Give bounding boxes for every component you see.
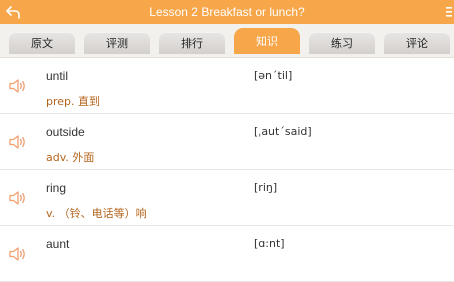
- word-row[interactable]: outside adv. 外面 [ˌaut΄said]: [0, 114, 454, 170]
- word-list: until prep. 直到 [ən΄til] outside adv. 外面 …: [0, 58, 454, 282]
- title-bar: Lesson 2 Breakfast or lunch?: [0, 0, 454, 24]
- word-meaning: v. （铃、电话等）响: [46, 207, 147, 220]
- menu-icon: [446, 7, 452, 17]
- word-text: ring: [46, 181, 67, 195]
- word-phonetic: [ɑ:nt]: [254, 237, 285, 250]
- word-text: aunt: [46, 237, 70, 251]
- word-phonetic: [ən΄til]: [254, 69, 293, 82]
- word-phonetic: [ˌaut΄said]: [254, 125, 312, 138]
- word-phonetic: [riŋ]: [254, 181, 278, 194]
- word-meaning: prep. 直到: [46, 95, 101, 108]
- back-arrow-icon: [6, 6, 20, 19]
- tab-evaluation[interactable]: 评测: [84, 32, 150, 54]
- page-title: Lesson 2 Breakfast or lunch?: [149, 5, 305, 19]
- speaker-icon[interactable]: [9, 78, 27, 94]
- word-meaning: adv. 外面: [46, 151, 95, 164]
- word-text: until: [46, 69, 69, 83]
- menu-button[interactable]: [444, 2, 454, 22]
- tab-original-text[interactable]: 原文: [9, 32, 75, 54]
- word-text: outside: [46, 125, 85, 139]
- tab-ranking[interactable]: 排行: [159, 32, 225, 54]
- tab-comments[interactable]: 评论: [384, 32, 450, 54]
- tab-practice[interactable]: 练习: [309, 32, 375, 54]
- back-button[interactable]: [4, 2, 22, 22]
- word-row[interactable]: aunt [ɑ:nt]: [0, 226, 454, 282]
- word-row[interactable]: ring v. （铃、电话等）响 [riŋ]: [0, 170, 454, 226]
- speaker-icon[interactable]: [9, 246, 27, 262]
- speaker-icon[interactable]: [9, 134, 27, 150]
- tab-knowledge[interactable]: 知识: [234, 28, 300, 54]
- speaker-icon[interactable]: [9, 190, 27, 206]
- word-row[interactable]: until prep. 直到 [ən΄til]: [0, 58, 454, 114]
- tab-bar: 原文 评测 排行 知识 练习 评论: [0, 24, 454, 58]
